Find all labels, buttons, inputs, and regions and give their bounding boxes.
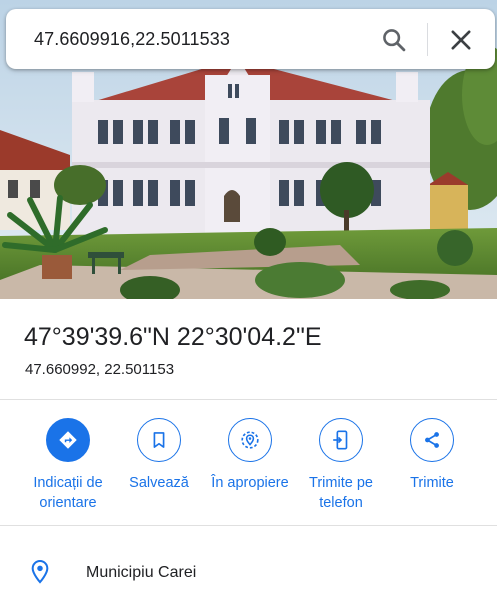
directions-icon — [59, 431, 77, 449]
search-button[interactable] — [380, 26, 408, 54]
save-label: Salvează — [129, 475, 189, 491]
share-button[interactable]: Trimite — [384, 418, 480, 493]
send-to-phone-button[interactable]: Trimite pe telefon — [293, 418, 389, 513]
search-icon — [383, 29, 406, 52]
directions-label: Indicații de orientare — [33, 475, 103, 511]
search-bar: 47.6609916,22.5011533 — [6, 9, 495, 69]
divider — [0, 399, 497, 400]
save-button-circle — [137, 418, 181, 462]
nearby-label: În apropiere — [211, 475, 289, 491]
share-button-circle — [410, 418, 454, 462]
close-icon — [451, 30, 471, 50]
action-bar: Indicații de orientare Salvează În aprop… — [0, 418, 497, 518]
coordinates-decimal: 47.660992, 22.501153 — [25, 361, 175, 378]
send-to-phone-button-circle — [319, 418, 363, 462]
nearby-button[interactable]: În apropiere — [202, 418, 298, 493]
save-button[interactable]: Salvează — [111, 418, 207, 493]
location-pin-icon — [31, 559, 49, 584]
nearby-icon — [241, 431, 259, 449]
search-divider — [427, 23, 428, 56]
share-icon — [425, 432, 439, 448]
place-row[interactable]: Municipiu Carei — [0, 545, 497, 598]
close-button[interactable] — [447, 26, 475, 54]
bookmark-icon — [153, 432, 165, 448]
share-label: Trimite — [410, 475, 454, 491]
divider — [0, 525, 497, 526]
search-input[interactable]: 47.6609916,22.5011533 — [34, 29, 230, 50]
directions-button[interactable]: Indicații de orientare — [20, 418, 116, 513]
nearby-button-circle — [228, 418, 272, 462]
place-label: Municipiu Carei — [86, 564, 197, 581]
directions-button-circle — [46, 418, 90, 462]
send-to-phone-label: Trimite pe telefon — [309, 475, 373, 511]
coordinates-dms: 47°39'39.6"N 22°30'04.2"E — [24, 323, 322, 351]
send-to-phone-icon — [333, 430, 348, 450]
